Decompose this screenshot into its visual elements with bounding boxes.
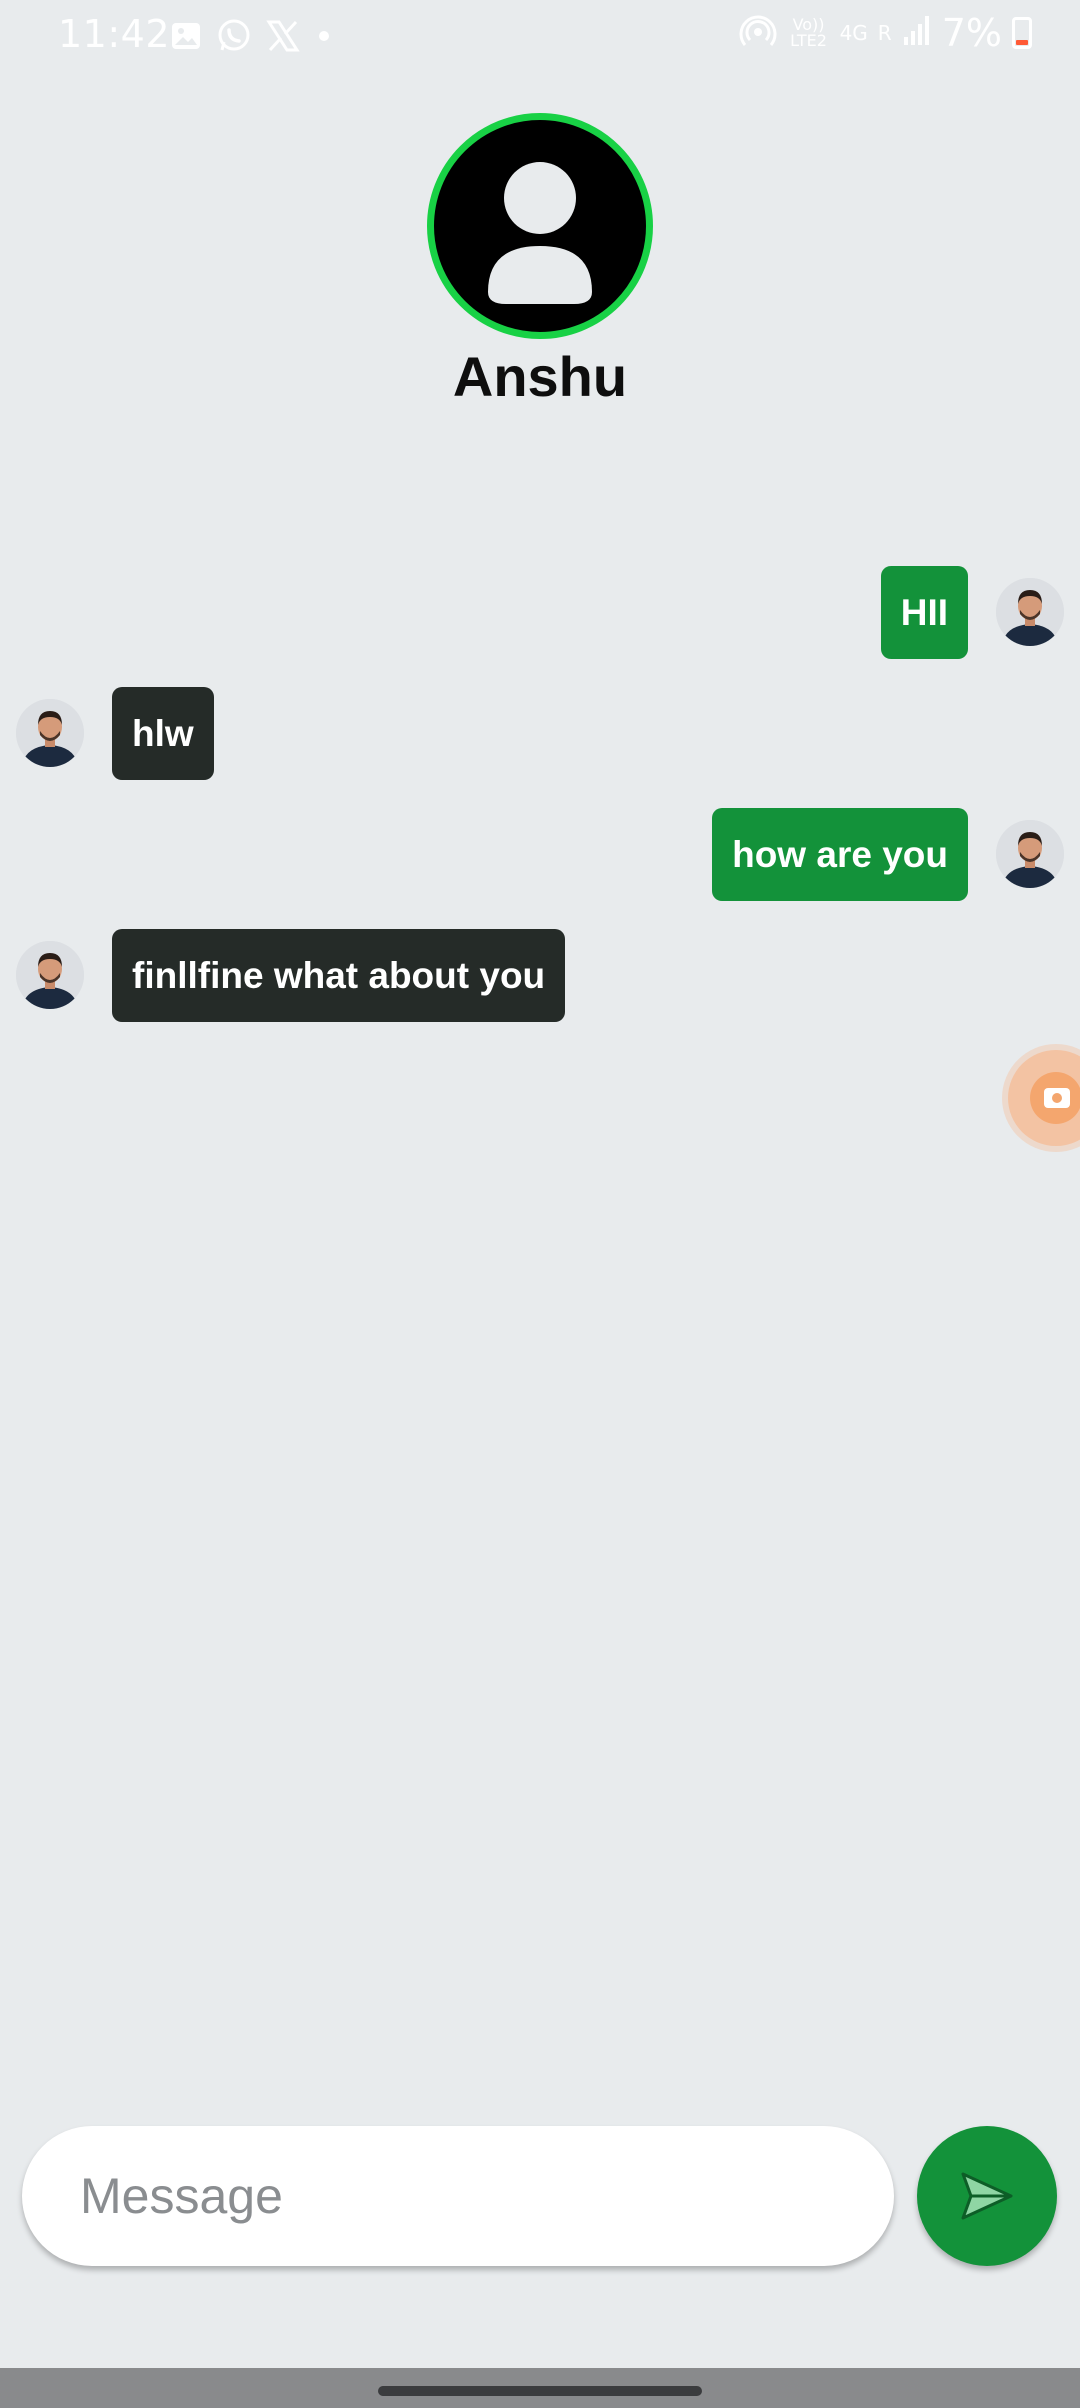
- contact-avatar[interactable]: [427, 113, 653, 339]
- x-notification-icon: [266, 19, 300, 58]
- volte-label: Vo)) LTE2: [790, 14, 827, 50]
- receiver-avatar: [16, 941, 84, 1009]
- send-button[interactable]: [917, 2126, 1057, 2266]
- sent-message-bubble[interactable]: HII: [880, 566, 968, 659]
- contact-name: Anshu: [452, 345, 628, 408]
- hotspot-icon: [738, 10, 778, 55]
- navigation-bar: [0, 2368, 1080, 2408]
- sent-message-bubble[interactable]: how are you: [712, 808, 968, 901]
- signal-strength-icon: [902, 13, 932, 52]
- sender-avatar: [996, 820, 1064, 888]
- user-photo-icon: [16, 941, 84, 1009]
- network-type-label: 4G: [839, 20, 868, 45]
- received-message-bubble[interactable]: finllfine what about you: [112, 929, 566, 1022]
- whatsapp-notification-icon: [216, 18, 252, 59]
- gallery-notification-icon: [170, 20, 202, 57]
- user-photo-icon: [996, 820, 1064, 888]
- person-icon: [488, 162, 592, 304]
- battery-icon: [1012, 16, 1032, 49]
- send-icon: [961, 2172, 1013, 2220]
- more-notifications-dot-icon: [314, 26, 334, 51]
- home-gesture-handle[interactable]: [378, 2386, 702, 2396]
- receiver-avatar: [16, 699, 84, 767]
- status-bar: 11:42 Vo)) LTE2 4G R 7%: [0, 0, 1080, 70]
- status-time: 11:42: [58, 12, 171, 56]
- message-composer: [22, 2126, 894, 2266]
- screen-record-icon: [1030, 1072, 1080, 1124]
- user-photo-icon: [996, 578, 1064, 646]
- system-indicators: Vo)) LTE2 4G R 7%: [738, 10, 1032, 55]
- roaming-label: R: [877, 20, 892, 45]
- chat-screen: 11:42 Vo)) LTE2 4G R 7% Anshu HII hlw ho…: [0, 0, 1080, 2408]
- received-message-bubble[interactable]: hlw: [112, 687, 214, 780]
- screen-record-button[interactable]: [1008, 1050, 1080, 1146]
- user-photo-icon: [16, 699, 84, 767]
- notification-icons: [170, 18, 334, 59]
- sender-avatar: [996, 578, 1064, 646]
- battery-percent: 7%: [941, 10, 1002, 55]
- message-input[interactable]: [80, 2126, 860, 2266]
